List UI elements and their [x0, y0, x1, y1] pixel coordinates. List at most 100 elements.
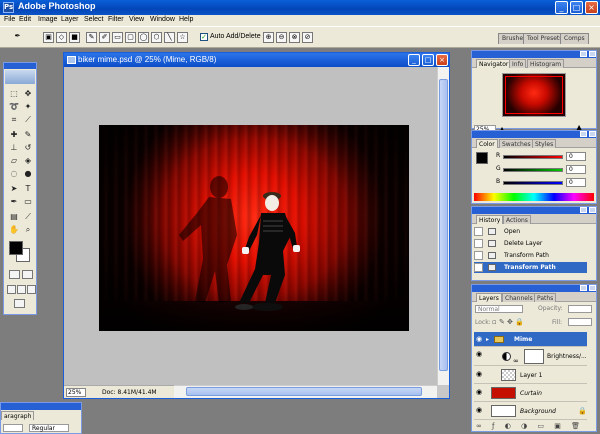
visibility-eye-icon[interactable]: ◉	[475, 406, 483, 414]
eraser-tool-icon[interactable]: ▱	[8, 155, 20, 166]
zoom-level-field[interactable]: 25%	[66, 388, 86, 397]
panel-close-icon[interactable]	[589, 207, 596, 213]
color-foreground-swatch[interactable]	[476, 152, 488, 164]
exclude-path-icon[interactable]: ⊘	[302, 32, 313, 43]
visibility-eye-icon[interactable]: ◉	[475, 370, 483, 378]
menu-help[interactable]: Help	[179, 16, 193, 23]
doc-minimize-button[interactable]: _	[408, 54, 420, 66]
auto-add-delete-checkbox[interactable]: ✓	[200, 33, 208, 41]
blend-mode-select[interactable]: Normal	[475, 305, 523, 313]
panel-close-icon[interactable]	[589, 51, 596, 57]
panel-minimize-icon[interactable]	[580, 51, 587, 57]
menu-window[interactable]: Window	[150, 16, 175, 23]
zoom-tool-icon[interactable]: ⌕	[22, 224, 34, 235]
tab-layers[interactable]: Layers	[476, 293, 502, 302]
custom-shape-icon[interactable]: ☆	[177, 32, 188, 43]
layer-row-layer-1[interactable]: ◉ Layer 1	[474, 367, 587, 384]
panel-minimize-icon[interactable]	[580, 131, 587, 137]
tab-history[interactable]: History	[476, 215, 504, 224]
paint-bucket-icon[interactable]: ◈	[22, 155, 34, 166]
polygon-icon[interactable]: ⬡	[151, 32, 162, 43]
foreground-color-swatch[interactable]	[9, 241, 23, 255]
subtract-path-icon[interactable]: ⊖	[276, 32, 287, 43]
menu-filter[interactable]: Filter	[108, 16, 124, 23]
layer-row-mime-group[interactable]: ◉ ▸ Mime	[474, 332, 587, 347]
horizontal-scrollbar[interactable]	[174, 385, 437, 398]
panel-close-icon[interactable]	[589, 285, 596, 291]
layer-thumbnail[interactable]	[491, 387, 516, 399]
green-slider[interactable]	[503, 168, 563, 172]
color-spectrum-ramp[interactable]	[474, 193, 594, 201]
history-item-delete-layer[interactable]: Delete Layer	[474, 238, 587, 249]
history-item-open[interactable]: Open	[474, 226, 587, 237]
layer-row-background[interactable]: ◉ Background 🔒	[474, 403, 587, 420]
opacity-field[interactable]	[568, 305, 592, 313]
eyedropper-icon[interactable]: ⟋	[22, 211, 34, 222]
shape-tool-icon[interactable]: ▭	[22, 196, 34, 207]
notes-tool-icon[interactable]: ▤	[8, 211, 20, 222]
blue-slider[interactable]	[503, 181, 563, 185]
pen-icon[interactable]: ✎	[86, 32, 97, 43]
history-source-box[interactable]	[474, 239, 483, 248]
standard-mode-button[interactable]	[9, 270, 20, 279]
navigator-view-box[interactable]	[505, 76, 563, 114]
canvas-area[interactable]	[64, 67, 437, 385]
vertical-scrollbar[interactable]	[437, 67, 449, 385]
panel-minimize-icon[interactable]	[580, 207, 587, 213]
red-value-field[interactable]: 0	[566, 152, 586, 161]
clone-stamp-icon[interactable]: ⊥	[8, 142, 20, 153]
tab-channels[interactable]: Channels	[502, 293, 536, 302]
fill-field[interactable]	[568, 318, 592, 326]
font-family-select[interactable]	[3, 424, 23, 432]
layer-mask-thumbnail[interactable]	[524, 349, 544, 364]
horizontal-scroll-thumb[interactable]	[186, 387, 422, 396]
history-item-transform-path-current[interactable]: Transform Path	[474, 262, 587, 273]
layer-row-curtain[interactable]: ◉ Curtain	[474, 385, 587, 402]
quick-mask-button[interactable]	[22, 270, 33, 279]
blue-value-field[interactable]: 0	[566, 178, 586, 187]
maximize-button[interactable]: □	[570, 1, 583, 14]
layers-bottom-buttons[interactable]: ∞ ƒ ◐ ◑ ▭ ▣ 🗑	[476, 422, 584, 430]
brush-tool-icon[interactable]: ✎	[22, 129, 34, 140]
layer-thumbnail[interactable]	[501, 369, 516, 381]
red-slider[interactable]	[503, 155, 563, 159]
green-value-field[interactable]: 0	[566, 165, 586, 174]
document-size-info[interactable]: Doc: 8.41M/41.4M	[102, 389, 157, 396]
lasso-tool-icon[interactable]: ➰	[8, 101, 20, 112]
group-expand-arrow-icon[interactable]: ▸	[486, 332, 489, 347]
rounded-rectangle-icon[interactable]: ▢	[125, 32, 136, 43]
jump-to-imageready-button[interactable]	[14, 299, 25, 308]
doc-maximize-button[interactable]: □	[422, 54, 434, 66]
tab-paragraph[interactable]: aragraph	[1, 411, 35, 420]
add-to-path-icon[interactable]: ⊕	[263, 32, 274, 43]
tab-actions[interactable]: Actions	[503, 215, 531, 224]
tab-paths[interactable]: Paths	[534, 293, 557, 302]
healing-brush-icon[interactable]: ✚	[8, 129, 20, 140]
line-icon[interactable]: ╲	[164, 32, 175, 43]
menu-image[interactable]: Image	[38, 16, 57, 23]
tab-swatches[interactable]: Swatches	[499, 139, 534, 148]
dodge-tool-icon[interactable]: ●	[22, 168, 34, 179]
vertical-scroll-thumb[interactable]	[439, 79, 448, 371]
ellipse-icon[interactable]: ◯	[138, 32, 149, 43]
visibility-eye-icon[interactable]: ◉	[475, 350, 483, 358]
paths-icon[interactable]: ◇	[56, 32, 67, 43]
close-button[interactable]: ×	[585, 1, 598, 14]
move-tool-icon[interactable]: ✥	[22, 88, 34, 99]
tab-navigator[interactable]: Navigator	[476, 59, 512, 68]
shape-layers-icon[interactable]: ▣	[43, 32, 54, 43]
pen-tool-icon[interactable]: ✒	[12, 32, 23, 43]
history-source-box[interactable]	[474, 251, 483, 260]
freeform-pen-icon[interactable]: ✐	[99, 32, 110, 43]
history-source-box[interactable]	[474, 263, 483, 272]
tab-styles[interactable]: Styles	[532, 139, 557, 148]
crop-tool-icon[interactable]: ⌗	[8, 114, 20, 125]
history-item-transform-path[interactable]: Transform Path	[474, 250, 587, 261]
photoshop-feather-logo[interactable]	[5, 70, 35, 84]
fill-pixels-icon[interactable]: ■	[69, 32, 80, 43]
panel-close-icon[interactable]	[589, 131, 596, 137]
marquee-tool-icon[interactable]: ⬚	[8, 88, 20, 99]
slice-tool-icon[interactable]: ⟋	[22, 114, 34, 125]
doc-close-button[interactable]: ×	[436, 54, 448, 66]
hand-tool-icon[interactable]: ✋	[8, 224, 20, 235]
